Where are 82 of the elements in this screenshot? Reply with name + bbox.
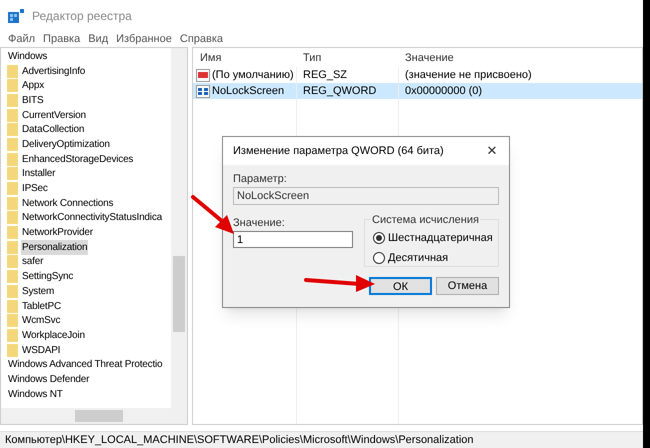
tree-item[interactable]: safer: [21, 254, 44, 270]
folder-icon: [7, 196, 18, 210]
close-button[interactable]: ✕: [481, 141, 503, 161]
radio-label[interactable]: Шестнадцатеричная: [388, 230, 493, 246]
folder-icon: [7, 328, 18, 342]
tree-item[interactable]: Windows Advanced Threat Protectio: [7, 357, 164, 372]
folder-icon: [7, 94, 18, 107]
value-name: NoLockScreen: [212, 84, 284, 99]
tree-item[interactable]: Installer: [21, 166, 56, 182]
tree-item[interactable]: DeliveryOptimization: [21, 136, 111, 152]
menu-item[interactable]: Правка: [43, 31, 80, 48]
tree-item[interactable]: IPSec: [21, 181, 49, 196]
radio-label[interactable]: Десятичная: [388, 250, 448, 266]
window-title: Редактор реестра: [32, 8, 132, 25]
name-field: NoLockScreen: [233, 187, 499, 205]
tree-item[interactable]: Windows: [7, 48, 48, 64]
string-value-icon: [196, 68, 210, 82]
tree-item[interactable]: WcmSvc: [21, 313, 62, 328]
tree-item[interactable]: CurrentVersion: [21, 108, 87, 123]
menu-item[interactable]: Избранное: [116, 31, 172, 48]
folder-icon: [7, 344, 18, 357]
tree-item[interactable]: NetworkConnectivityStatusIndica: [21, 210, 163, 226]
horizontal-scrollbar[interactable]: [1, 408, 187, 424]
column-header[interactable]: Значение: [398, 50, 598, 67]
radio-button[interactable]: [373, 232, 385, 244]
tree-item[interactable]: WorkplaceJoin: [21, 328, 86, 343]
dialog-button[interactable]: ОК: [369, 277, 432, 295]
menu-item[interactable]: Справка: [180, 31, 224, 48]
folder-icon: [7, 270, 18, 284]
folder-icon: [7, 300, 18, 313]
radio-button[interactable]: [373, 252, 385, 264]
folder-icon: [7, 240, 18, 254]
folder-icon: [7, 64, 18, 78]
tree-item[interactable]: WSDAPI: [21, 342, 62, 358]
dialog-button[interactable]: Отмена: [436, 277, 499, 295]
menu-item[interactable]: Файл: [8, 31, 36, 48]
folder-icon: [7, 314, 18, 328]
folder-icon: [7, 152, 18, 166]
list-row[interactable]: (По умолчанию) REG_SZ (значение не присвоено): [193, 67, 642, 83]
scrollbar-thumb[interactable]: [75, 410, 123, 422]
list-row[interactable]: NoLockScreen REG_QWORD 0x00000000 (0): [193, 83, 642, 99]
tree-item[interactable]: Personalization: [21, 240, 88, 255]
field-label: Параметр:: [233, 172, 288, 185]
tree-item[interactable]: TabletPC: [21, 298, 62, 314]
folder-icon: [7, 79, 18, 92]
binary-value-icon: [196, 84, 210, 98]
arrow-drawing: [304, 272, 376, 294]
field-label: Значение:: [233, 216, 286, 229]
tree-item[interactable]: AdvertisingInfo: [21, 64, 86, 79]
folder-icon: [7, 108, 18, 122]
menu-item[interactable]: Вид: [88, 31, 108, 48]
folder-icon: [7, 182, 18, 196]
value-data: (значение не присвоено): [405, 68, 532, 81]
tree-item[interactable]: System: [21, 284, 56, 299]
column-header[interactable]: Тип: [296, 50, 398, 67]
folder-icon: [7, 211, 18, 224]
tree-item[interactable]: BITS: [21, 92, 44, 108]
value-data: 0x00000000 (0): [405, 84, 482, 97]
value-name: (По умолчанию): [212, 68, 294, 83]
scrollbar-thumb[interactable]: [173, 256, 185, 332]
tree-item[interactable]: NetworkProvider: [21, 225, 94, 240]
tree-item[interactable]: DataCollection: [21, 122, 86, 138]
tree-item[interactable]: Network Connections: [21, 196, 114, 211]
tree-item[interactable]: SettingSync: [21, 269, 74, 284]
folder-icon: [7, 123, 18, 136]
value-type: REG_QWORD: [303, 84, 376, 97]
status-bar: Компьютер\HKEY_LOCAL_MACHINE\SOFTWARE\Policies\Microsoft\Windows\Personalization: [0, 431, 643, 448]
tree-item[interactable]: Appx: [21, 78, 45, 94]
folder-icon: [7, 138, 18, 151]
registry-icon: [8, 9, 24, 23]
folder-icon: [7, 284, 18, 298]
tree-item[interactable]: EnhancedStorageDevices: [21, 152, 134, 167]
tree-item[interactable]: Windows NT: [7, 386, 64, 402]
value-type: REG_SZ: [303, 68, 348, 81]
dialog-title: Изменение параметра QWORD (64 бита): [233, 144, 444, 159]
folder-icon: [7, 226, 18, 240]
folder-icon: [7, 167, 18, 180]
folder-icon: [7, 255, 18, 268]
column-header[interactable]: Имя: [193, 50, 296, 67]
tree-item[interactable]: Windows Defender: [7, 372, 90, 387]
vertical-scrollbar[interactable]: [171, 48, 187, 410]
value-field[interactable]: 1: [233, 231, 353, 248]
